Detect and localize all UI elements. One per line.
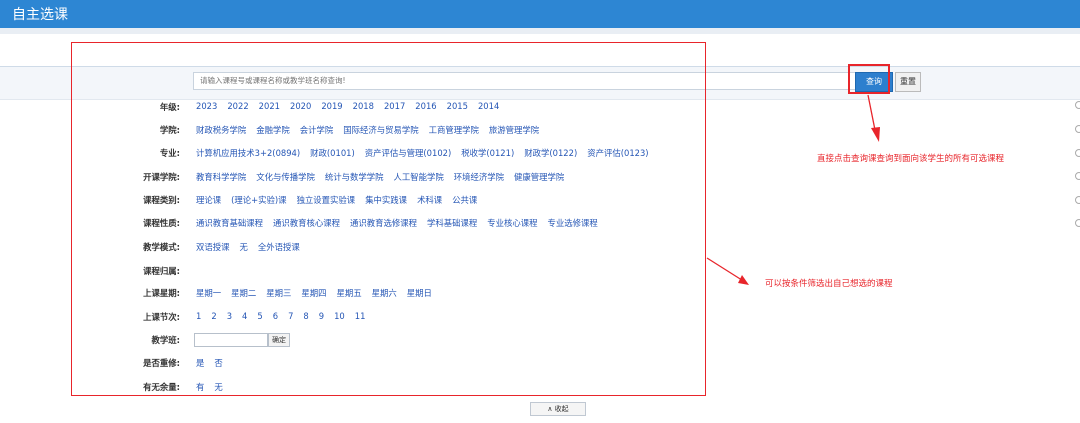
top-header-bar: 自主选课 [0, 0, 1080, 28]
arrow-filter-head [738, 275, 749, 285]
side-collapse-icon[interactable] [1075, 219, 1080, 227]
collapse-button[interactable]: ∧ 收起 [530, 402, 586, 416]
arrow-query-line [867, 94, 877, 136]
filter-annotation: 可以按条件筛选出自己想选的课程 [765, 279, 893, 289]
side-collapse-icon[interactable] [1075, 196, 1080, 204]
side-collapse-icon[interactable] [1075, 149, 1080, 157]
query-annotation: 直接点击查询课查询到面向该学生的所有可选课程 [817, 154, 1005, 164]
header-strip [0, 28, 1080, 34]
arrow-query-head [871, 127, 880, 142]
filter-highlight-box [71, 42, 706, 396]
query-highlight-box [848, 64, 890, 94]
side-collapse-icon[interactable] [1075, 101, 1080, 109]
arrow-filter-line [706, 257, 746, 283]
page-title: 自主选课 [12, 7, 68, 23]
side-collapse-icon[interactable] [1075, 125, 1080, 133]
reset-button[interactable]: 重置 [895, 72, 921, 92]
side-collapse-icon[interactable] [1075, 172, 1080, 180]
